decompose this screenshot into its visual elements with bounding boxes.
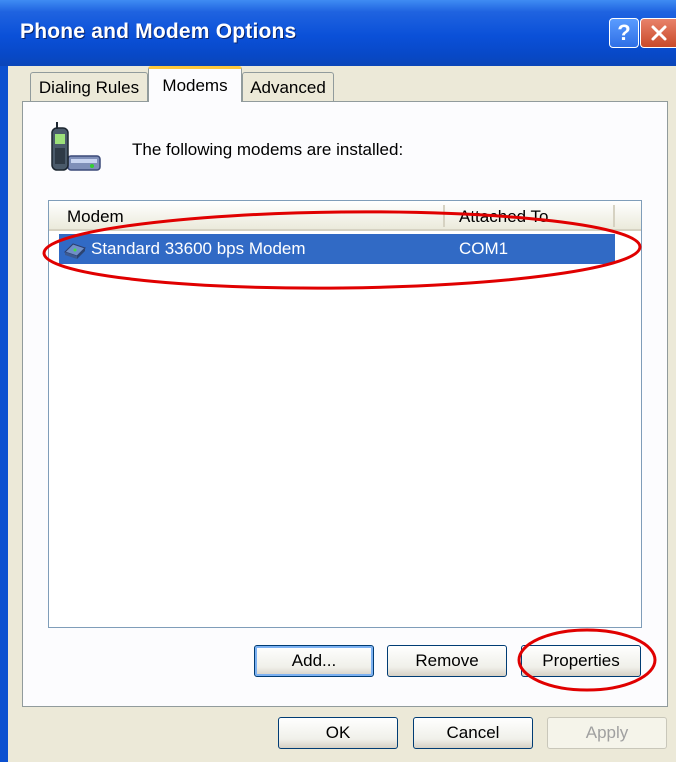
properties-button[interactable]: Properties (521, 645, 641, 677)
title-bar[interactable]: Phone and Modem Options ? (0, 0, 676, 66)
window-title: Phone and Modem Options (20, 20, 297, 43)
help-icon: ? (617, 20, 631, 45)
list-header: Modem Attached To (49, 201, 641, 231)
phone-modem-icon (51, 122, 101, 171)
modem-name: Standard 33600 bps Modem (91, 239, 306, 258)
ok-button[interactable]: OK (278, 717, 398, 749)
window-frame-left (0, 66, 8, 762)
tab-advanced[interactable]: Advanced (242, 72, 334, 102)
tab-dialing-rules[interactable]: Dialing Rules (30, 72, 148, 102)
intro-text: The following modems are installed: (132, 140, 404, 159)
close-icon (651, 25, 666, 41)
tab-modems[interactable]: Modems (148, 66, 242, 102)
remove-button[interactable]: Remove (387, 645, 507, 677)
cancel-button[interactable]: Cancel (413, 717, 533, 749)
column-separator[interactable] (613, 205, 615, 227)
modem-icon (64, 243, 86, 259)
column-header-modem[interactable]: Modem (67, 207, 124, 227)
column-separator[interactable] (443, 205, 445, 227)
help-button[interactable]: ? (609, 18, 639, 48)
column-header-attached-to[interactable]: Attached To (459, 207, 548, 227)
modem-port: COM1 (459, 239, 509, 258)
add-button[interactable]: Add... (254, 645, 374, 677)
close-button[interactable] (640, 18, 676, 48)
phone-modem-options-dialog: Phone and Modem Options ? Dialing Rules … (0, 0, 676, 762)
modem-list[interactable]: Modem Attached To Standard 33600 bps Mod… (48, 200, 642, 628)
table-row[interactable]: Standard 33600 bps Modem COM1 (59, 234, 615, 264)
apply-button[interactable]: Apply (547, 717, 667, 749)
